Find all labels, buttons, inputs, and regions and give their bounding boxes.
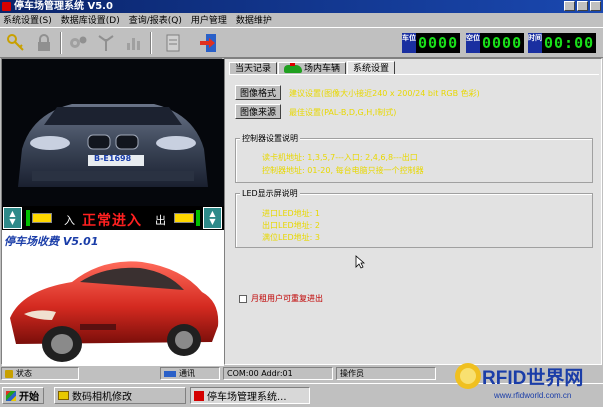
free-spaces-label: 空位 — [466, 33, 480, 53]
plate-text: B-E1698 — [94, 154, 132, 163]
start-label: 开始 — [19, 392, 39, 403]
task-camera-edit[interactable]: 数码相机修改 — [54, 387, 186, 404]
gears-icon[interactable] — [65, 31, 91, 55]
controller-line-1: 读卡机地址: 1,3,5,7---入口; 2,4,6,8---出口 — [262, 153, 418, 162]
controller-settings-group: 控制器设置说明 读卡机地址: 1,3,5,7---入口; 2,4,6,8---出… — [235, 133, 593, 183]
task-parking-system-label: 停车场管理系统... — [207, 392, 287, 403]
com-info-cell: COM:00 Addr:01 — [223, 367, 333, 380]
folder-icon — [58, 391, 69, 400]
system-settings-panel: 图像格式 建议设置(图像大小接近240 x 200/24 bit RGB 色彩)… — [229, 74, 599, 364]
monthly-reentry-label: 月租用户可重复进出 — [251, 294, 323, 303]
free-spaces-counter: 空位 0000 — [466, 33, 525, 53]
image-source-text: 最佳设置(PAL-B,D,G,H,I制式) — [289, 108, 397, 117]
controller-group-title: 控制器设置说明 — [240, 133, 300, 144]
keys-icon[interactable] — [3, 31, 29, 55]
toolbar: 车位 0000 空位 0000 时间 00:00 — [0, 27, 603, 58]
start-button[interactable]: 开始 — [2, 387, 44, 404]
entry-in-label: 入 — [64, 214, 75, 227]
time-counter: 时间 00:00 — [528, 33, 597, 53]
monthly-reentry-checkbox[interactable]: 月租用户可重复进出 — [239, 293, 323, 304]
watermark-url: www.rfidworld.com.cn — [493, 391, 571, 400]
total-spaces-counter: 车位 0000 — [402, 33, 461, 53]
close-button[interactable] — [590, 1, 601, 11]
tab-system-settings-label: 系统设置 — [353, 63, 390, 74]
maximize-button[interactable] — [577, 1, 588, 11]
car-front-image — [2, 59, 224, 206]
entry-gate-icon — [32, 213, 52, 223]
checkbox-box[interactable] — [239, 294, 247, 303]
task-camera-edit-label: 数码相机修改 — [72, 392, 132, 403]
status-icon — [5, 369, 13, 378]
entry-camera-view: B-E1698 — [2, 59, 224, 206]
left-panel: B-E1698 ▲ ▼ 入 正常进入 出 ▲ ▼ 停车场收费 V5.01 — [1, 58, 224, 366]
menu-database-settings[interactable]: 数据库设置(D) — [61, 13, 120, 26]
entry-status-bar: ▲ ▼ 入 正常进入 出 ▲ ▼ — [2, 206, 224, 230]
menu-data-maintenance[interactable]: 数据维护 — [236, 13, 272, 26]
fee-panel-title: 停车场收费 V5.01 — [4, 235, 99, 248]
comm-text: 通讯 — [179, 369, 195, 378]
fee-panel: 停车场收费 V5.01 — [2, 230, 224, 366]
lock-icon[interactable] — [31, 31, 57, 55]
controller-line-2: 控制器地址: 01-20, 每台电脑只接一个控制器 — [262, 166, 424, 175]
tab-strip: 当天记录 场内车辆 系统设置 — [229, 61, 396, 75]
exit-door-icon[interactable] — [195, 31, 221, 55]
led-line-3: 满位LED地址: 3 — [262, 233, 320, 242]
comm-icon — [164, 370, 176, 377]
watermark-brand: RFID世界网 — [482, 367, 583, 389]
total-spaces-value: 0000 — [416, 33, 461, 53]
led-line-1: 进口LED地址: 1 — [262, 209, 320, 218]
antenna-icon[interactable] — [93, 31, 119, 55]
title-bar: 停车场管理系统 V5.0 — [0, 0, 603, 13]
time-label: 时间 — [528, 33, 542, 53]
car-icon — [284, 63, 303, 73]
operator-cell: 操作员 — [336, 367, 436, 380]
rfid-world-watermark: RFID世界网 www.rfidworld.com.cn — [450, 358, 600, 404]
menu-bar: 系统设置(S) 数据库设置(D) 查询/报表(Q) 用户管理 数据维护 — [0, 13, 603, 26]
window-title: 停车场管理系统 V5.0 — [14, 1, 113, 12]
exit-arrows-icon: ▲ ▼ — [203, 207, 222, 229]
mouse-cursor-icon — [355, 255, 365, 269]
tab-system-settings[interactable]: 系统设置 — [347, 61, 396, 75]
windows-logo-icon — [6, 390, 16, 401]
exit-gate-icon — [174, 213, 194, 223]
status-cell: 状态 — [1, 367, 79, 380]
rfid-logo-icon: RFID世界网 www.rfidworld.com.cn — [455, 363, 583, 400]
chart-icon[interactable] — [121, 31, 147, 55]
image-format-text: 建议设置(图像大小接近240 x 200/24 bit RGB 色彩) — [289, 89, 480, 98]
status-text: 状态 — [16, 369, 32, 378]
led-display-group: LED显示屏说明 进口LED地址: 1 出口LED地址: 2 满位LED地址: … — [235, 188, 593, 248]
image-source-button[interactable]: 图像来源 — [235, 104, 281, 119]
led-group-title: LED显示屏说明 — [240, 188, 300, 199]
entry-arrows-icon: ▲ ▼ — [3, 207, 22, 229]
menu-user-management[interactable]: 用户管理 — [191, 13, 227, 26]
main-panel: 当天记录 场内车辆 系统设置 图像格式 建议设置(图像大小接近240 x 200… — [224, 58, 602, 365]
menu-query-report[interactable]: 查询/报表(Q) — [129, 13, 182, 26]
minimize-button[interactable] — [564, 1, 575, 11]
form-icon[interactable] — [160, 31, 186, 55]
led-line-2: 出口LED地址: 2 — [262, 221, 320, 230]
free-spaces-value: 0000 — [480, 33, 525, 53]
car-app-icon — [2, 2, 11, 11]
comm-cell: 通讯 — [160, 367, 220, 380]
red-car-image — [10, 261, 219, 362]
task-parking-system[interactable]: 停车场管理系统... — [190, 387, 310, 404]
entry-out-label: 出 — [155, 214, 166, 227]
time-value: 00:00 — [542, 33, 597, 53]
menu-system-settings[interactable]: 系统设置(S) — [3, 13, 52, 26]
entry-status-text: 正常进入 — [82, 213, 142, 229]
car-app-icon — [194, 390, 204, 401]
total-spaces-label: 车位 — [402, 33, 416, 53]
image-format-button[interactable]: 图像格式 — [235, 85, 281, 100]
